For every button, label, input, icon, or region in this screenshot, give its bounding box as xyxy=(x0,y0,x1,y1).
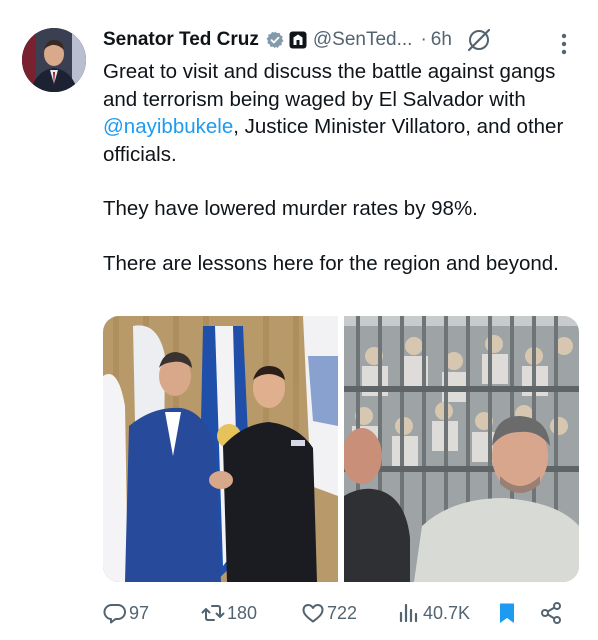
like-button[interactable]: 722 xyxy=(301,598,357,628)
repost-button[interactable]: 180 xyxy=(201,598,257,628)
handshake-image xyxy=(103,316,338,582)
repost-count: 180 xyxy=(227,602,258,623)
timestamp[interactable]: 6h xyxy=(431,29,452,51)
views-chart-icon xyxy=(399,603,418,623)
avatar[interactable] xyxy=(22,28,86,92)
action-bar: 97 180 722 40.7K xyxy=(103,598,573,628)
bookmark-icon xyxy=(500,603,514,623)
mention-link[interactable]: @nayibbukele xyxy=(103,115,233,138)
prison-image xyxy=(344,316,579,582)
author-name[interactable]: Senator Ted Cruz xyxy=(103,29,259,51)
reply-icon xyxy=(103,604,126,624)
author-handle[interactable]: @SenTed... xyxy=(313,29,413,51)
photo-prison[interactable] xyxy=(344,316,579,582)
verified-badge-icon xyxy=(266,31,284,49)
tweet-paragraph-3: There are lessons here for the region an… xyxy=(103,251,559,275)
avatar-image xyxy=(22,28,86,92)
tweet-header: Senator Ted Cruz @SenTed... · 6h xyxy=(103,26,492,54)
heart-icon xyxy=(302,604,324,623)
like-count: 722 xyxy=(327,602,358,623)
tweet-text: Great to visit and discuss the battle ag… xyxy=(103,58,583,277)
tweet-paragraph-1: Great to visit and discuss the battle ag… xyxy=(103,58,583,168)
views-count: 40.7K xyxy=(423,602,471,623)
repost-icon xyxy=(201,605,225,621)
media-grid xyxy=(103,316,579,582)
photo-handshake[interactable] xyxy=(103,316,338,582)
reply-count: 97 xyxy=(129,602,150,623)
more-options-icon[interactable] xyxy=(556,30,572,58)
reply-button[interactable]: 97 xyxy=(103,598,149,628)
government-affiliation-icon xyxy=(289,31,307,49)
share-icon xyxy=(541,602,561,624)
views-button[interactable]: 40.7K xyxy=(397,598,470,628)
share-button[interactable] xyxy=(539,598,563,628)
tweet-text-part: Great to visit and discuss the battle ag… xyxy=(103,60,556,111)
tweet-paragraph-2: They have lowered murder rates by 98%. xyxy=(103,197,478,220)
separator-dot: · xyxy=(420,29,427,50)
bookmark-button[interactable] xyxy=(495,598,519,628)
grok-icon[interactable] xyxy=(466,27,492,53)
